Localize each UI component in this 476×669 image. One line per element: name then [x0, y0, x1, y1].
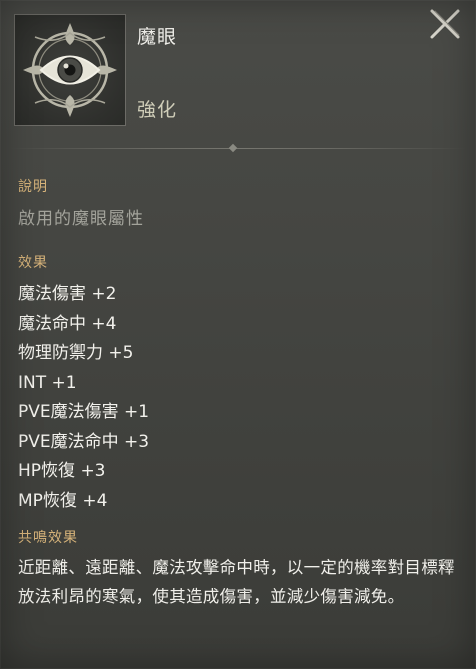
- effect-item: PVE魔法命中 +3: [18, 431, 150, 452]
- eye-sigil-icon: [23, 23, 117, 117]
- tooltip-header: 魔眼 強化: [0, 0, 476, 150]
- effects-list: 魔法傷害 +2 魔法命中 +4 物理防禦力 +5 INT +1 PVE魔法傷害 …: [18, 280, 149, 516]
- effect-item: 物理防禦力 +5: [18, 343, 134, 363]
- resonance-title: 共鳴效果: [18, 530, 78, 546]
- description-text: 啟用的魔眼屬性: [18, 209, 144, 229]
- effect-item: HP恢復 +3: [18, 461, 106, 481]
- close-button[interactable]: [426, 5, 464, 43]
- header-divider: [0, 143, 476, 153]
- effects-title: 效果: [18, 255, 48, 271]
- item-tooltip-panel: 魔眼 強化 說明 啟用的魔眼屬性 效果 魔法傷害 +2 魔法命中 +4 物理防禦…: [0, 0, 476, 669]
- item-icon-frame: [14, 14, 126, 126]
- effect-item: PVE魔法傷害 +1: [18, 402, 150, 422]
- effect-item: MP恢復 +4: [18, 490, 108, 511]
- divider-ornament: [228, 143, 238, 153]
- resonance-text: 近距離、遠距離、魔法攻擊命中時，以一定的機率對目標釋放法利昂的寒氣，使其造成傷害…: [18, 558, 455, 606]
- close-icon: [430, 9, 460, 39]
- item-name: 魔眼: [137, 26, 178, 48]
- effect-item: 魔法命中 +4: [18, 313, 117, 334]
- description-title: 說明: [18, 179, 48, 195]
- effect-item: INT +1: [18, 372, 77, 393]
- item-type: 強化: [137, 99, 178, 121]
- effect-item: 魔法傷害 +2: [18, 284, 117, 304]
